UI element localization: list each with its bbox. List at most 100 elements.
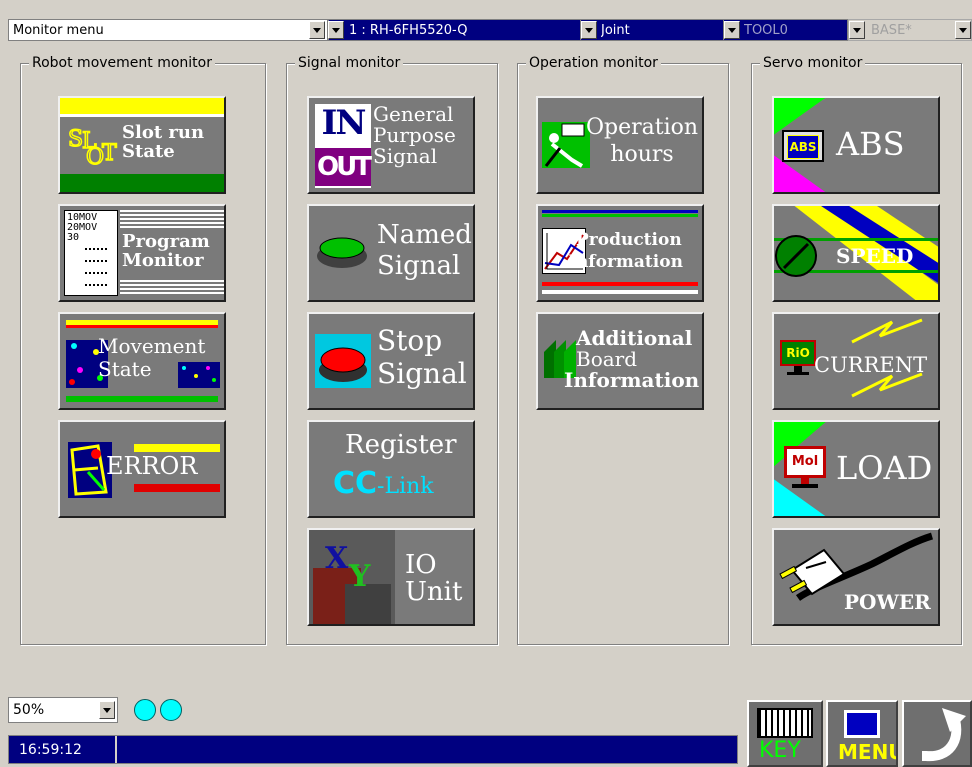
group-title: Servo monitor (760, 55, 866, 71)
robot-select-value: 1 : RH-6FH5520-Q (349, 22, 468, 38)
tile-label: ABS (836, 125, 905, 163)
tile-label: hours (610, 142, 674, 168)
return-arrow-icon (922, 708, 966, 762)
slot-icon: S L O T (66, 124, 124, 171)
chevron-down-icon[interactable] (99, 701, 115, 719)
red-button-icon (315, 334, 371, 388)
clock-display: 16:59:12 (9, 736, 117, 763)
abs-button[interactable]: ABS ABS (772, 96, 940, 194)
error-monitor-button[interactable]: ERROR (58, 420, 226, 518)
load-button[interactable]: Mol LOAD (772, 420, 940, 518)
svg-text:T: T (102, 141, 117, 166)
tile-label: Register (345, 430, 457, 460)
chevron-down-icon[interactable] (724, 21, 740, 39)
jog-mode-dropdown[interactable]: Joint (580, 19, 740, 41)
chevron-down-icon[interactable] (328, 21, 344, 39)
tile-label: Information (568, 251, 683, 272)
group-title: Operation monitor (526, 55, 661, 71)
tile-label: Operation (586, 115, 699, 140)
keyboard-button[interactable]: KEY (747, 700, 823, 767)
io-unit-button[interactable]: X Y IO Unit (307, 528, 475, 626)
tile-label: Signal (377, 251, 461, 282)
current-button[interactable]: RiO CURRENT (772, 312, 940, 410)
program-monitor-button[interactable]: 10MOV 20MOV 30 Program Monitor (58, 204, 226, 302)
tile-label: CURRENT (814, 353, 928, 377)
return-button[interactable] (902, 700, 972, 767)
tile-label: LOAD (836, 449, 933, 487)
out-label: OUT (315, 148, 372, 186)
monitor-current-icon: RiO (780, 340, 816, 376)
program-line: 30 (67, 232, 80, 243)
register-cc-link-button[interactable]: Register CC-Link (307, 420, 475, 518)
y-letter: Y (348, 559, 371, 594)
tile-label: Movement (98, 334, 206, 358)
tile-label: General (373, 102, 454, 126)
power-button[interactable]: POWER (772, 528, 940, 626)
additional-board-information-button[interactable]: Additional Board Information (536, 312, 704, 410)
tile-label: IO (405, 550, 437, 580)
tool-value: TOOL0 (744, 22, 788, 38)
x-letter: X (325, 541, 349, 576)
current-screen: RiO (780, 340, 816, 366)
chevron-down-icon[interactable] (581, 21, 597, 39)
tile-label: Information (564, 368, 700, 392)
in-label: IN (321, 103, 367, 143)
robot-movement-monitor-group: Robot movement monitor S L O T Slot run … (20, 55, 266, 645)
load-screen: Mol (784, 446, 826, 478)
group-title: Robot movement monitor (29, 55, 215, 71)
chevron-down-icon[interactable] (309, 21, 325, 39)
tile-label: Monitor (122, 249, 204, 271)
keyboard-icon (757, 708, 813, 738)
signal-monitor-group: Signal monitor IN OUT General Purpose Si… (286, 55, 498, 645)
speed-button[interactable]: SPEED (772, 204, 940, 302)
tile-label: Signal (373, 144, 438, 168)
monitor-load-icon: Mol (784, 446, 826, 492)
tile-label: Board (576, 347, 638, 371)
tile-label: POWER (844, 590, 931, 614)
monitor-menu-value: Monitor menu (13, 22, 104, 38)
monitor-abs-icon: ABS (782, 130, 824, 162)
abs-screen: ABS (787, 135, 819, 159)
named-signal-button[interactable]: Named Signal (307, 204, 475, 302)
slot-run-state-button[interactable]: S L O T Slot run State (58, 96, 226, 194)
general-purpose-signal-button[interactable]: IN OUT General Purpose Signal (307, 96, 475, 194)
tile-label: Additional (576, 326, 693, 350)
zoom-dropdown[interactable]: 50% (8, 697, 118, 723)
tile-label: SPEED (836, 244, 914, 268)
io-unit-icon: X Y (309, 530, 395, 624)
key-label: KEY (759, 738, 801, 763)
stop-signal-button[interactable]: Stop Signal (307, 312, 475, 410)
tile-label: Production (576, 230, 682, 250)
svg-text:S: S (68, 127, 83, 152)
menu-button[interactable]: MENU (826, 700, 898, 767)
movement-state-button[interactable]: Movement State (58, 312, 226, 410)
tile-label: Unit (405, 577, 463, 608)
chevron-down-icon (955, 21, 971, 39)
tile-label: Stop (377, 324, 443, 357)
tile-label: State (98, 357, 152, 381)
cc-label: CC (333, 466, 378, 501)
base-dropdown: BASE* (848, 19, 972, 41)
monitor-menu-dropdown[interactable]: Monitor menu (8, 19, 328, 41)
tile-label: Purpose (373, 123, 456, 147)
tool-dropdown[interactable]: TOOL0 (723, 19, 848, 41)
link-label: -Link (377, 474, 434, 499)
in-out-icon: IN OUT (315, 103, 372, 188)
robot-select-dropdown[interactable]: 1 : RH-6FH5520-Q (328, 19, 598, 41)
chevron-down-icon (849, 21, 865, 39)
tile-label: Signal (377, 357, 467, 391)
status-indicator (160, 699, 182, 721)
menu-label: MENU (838, 740, 898, 764)
tile-label: ERROR (106, 452, 198, 480)
jog-mode-value: Joint (601, 22, 630, 38)
operation-monitor-group: Operation monitor Operation hours Produc… (517, 55, 729, 645)
status-bar: 16:59:12 (8, 735, 738, 764)
servo-monitor-group: Servo monitor ABS ABS SPEED RiO CURRENT … (751, 55, 962, 645)
tile-label: State (122, 140, 175, 162)
group-title: Signal monitor (295, 55, 404, 71)
production-information-button[interactable]: Production Information (536, 204, 704, 302)
program-list-icon: 10MOV 20MOV 30 (64, 210, 118, 296)
operator-icon (542, 122, 590, 168)
operation-hours-button[interactable]: Operation hours (536, 96, 704, 194)
tile-label: Named (377, 220, 472, 250)
